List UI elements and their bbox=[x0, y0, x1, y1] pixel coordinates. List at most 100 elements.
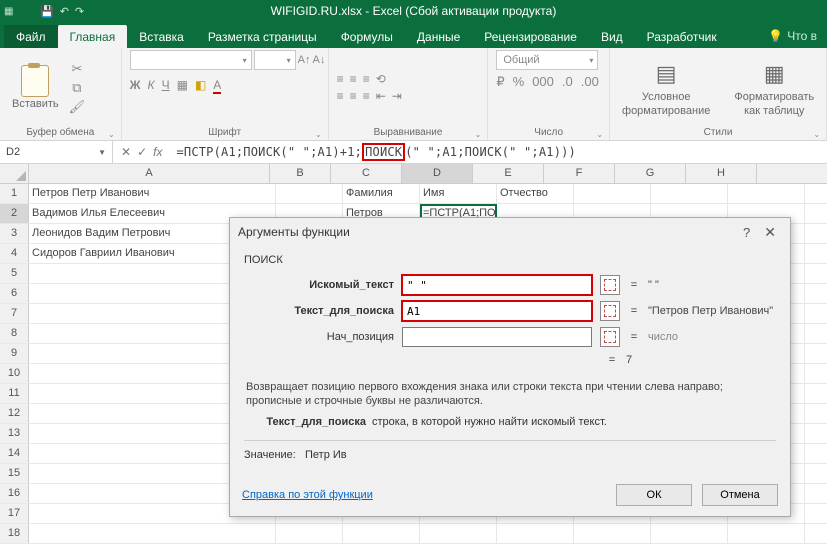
help-icon[interactable]: ? bbox=[735, 225, 758, 240]
align-mid-icon[interactable]: ≡ bbox=[350, 72, 357, 86]
orientation-icon[interactable]: ⟲ bbox=[376, 72, 386, 86]
row-header[interactable]: 8 bbox=[0, 324, 29, 343]
col-H[interactable]: H bbox=[686, 164, 757, 183]
cell-B1[interactable] bbox=[276, 184, 343, 203]
tell-me[interactable]: 💡Что в bbox=[758, 24, 827, 48]
row-header[interactable]: 2 bbox=[0, 204, 29, 223]
undo-icon[interactable]: ↶ bbox=[60, 5, 69, 18]
cond-format-button[interactable]: ▤ Условное форматирование bbox=[618, 57, 714, 119]
row-header[interactable]: 16 bbox=[0, 484, 29, 503]
fill-color-button[interactable]: ◧ bbox=[195, 78, 206, 94]
align-left-icon[interactable]: ≡ bbox=[337, 89, 344, 103]
row-header[interactable]: 11 bbox=[0, 384, 29, 403]
tab-review[interactable]: Рецензирование bbox=[472, 25, 589, 48]
close-icon[interactable]: ✕ bbox=[758, 224, 782, 241]
tab-view[interactable]: Вид bbox=[589, 25, 635, 48]
cell-H18[interactable] bbox=[728, 524, 805, 543]
currency-icon[interactable]: ₽ bbox=[496, 74, 504, 90]
format-painter-icon[interactable]: 🖌 bbox=[69, 99, 86, 115]
tab-formulas[interactable]: Формулы bbox=[329, 25, 405, 48]
col-D[interactable]: D bbox=[402, 164, 473, 183]
row-header[interactable]: 12 bbox=[0, 404, 29, 423]
bold-button[interactable]: Ж bbox=[130, 78, 141, 94]
font-color-button[interactable]: A bbox=[213, 78, 221, 94]
cell-C1[interactable]: Фамилия bbox=[343, 184, 420, 203]
accept-formula-icon[interactable]: ✓ bbox=[137, 145, 147, 159]
cell-B18[interactable] bbox=[276, 524, 343, 543]
align-top-icon[interactable]: ≡ bbox=[337, 72, 344, 86]
cell-A1[interactable]: Петров Петр Иванович bbox=[29, 184, 276, 203]
formula-input[interactable]: =ПСТР(A1;ПОИСК(" ";A1)+1;ПОИСК(" ";A1;ПО… bbox=[170, 145, 827, 159]
col-E[interactable]: E bbox=[473, 164, 544, 183]
tab-file[interactable]: Файл bbox=[4, 25, 58, 48]
row-header[interactable]: 3 bbox=[0, 224, 29, 243]
cell-H1[interactable] bbox=[728, 184, 805, 203]
font-size-select[interactable]: ▾ bbox=[254, 50, 296, 70]
row-header[interactable]: 13 bbox=[0, 424, 29, 443]
row-header[interactable]: 6 bbox=[0, 284, 29, 303]
row-header[interactable]: 14 bbox=[0, 444, 29, 463]
row-header[interactable]: 17 bbox=[0, 504, 29, 523]
tab-dev[interactable]: Разработчик bbox=[635, 25, 729, 48]
paste-button[interactable]: Вставить bbox=[8, 64, 63, 112]
copy-icon[interactable]: ⧉ bbox=[72, 80, 81, 96]
col-B[interactable]: B bbox=[270, 164, 331, 183]
grow-font-icon[interactable]: A↑ bbox=[298, 54, 311, 66]
ok-button[interactable]: ОК bbox=[616, 484, 692, 506]
percent-icon[interactable]: % bbox=[513, 74, 525, 90]
dialog-titlebar[interactable]: Аргументы функции ? ✕ bbox=[230, 218, 790, 246]
cell-G18[interactable] bbox=[651, 524, 728, 543]
arg2-range-picker[interactable] bbox=[600, 301, 620, 321]
arg3-range-picker[interactable] bbox=[600, 327, 620, 347]
border-button[interactable]: ▦ bbox=[177, 78, 188, 94]
name-box[interactable]: D2▼ bbox=[0, 141, 113, 163]
number-format-select[interactable]: Общий▾ bbox=[496, 50, 598, 70]
col-F[interactable]: F bbox=[544, 164, 615, 183]
arg2-input[interactable] bbox=[402, 301, 592, 321]
tab-layout[interactable]: Разметка страницы bbox=[196, 25, 329, 48]
tab-data[interactable]: Данные bbox=[405, 25, 472, 48]
cell-E1[interactable]: Отчество bbox=[497, 184, 574, 203]
row-header[interactable]: 9 bbox=[0, 344, 29, 363]
arg1-input[interactable] bbox=[402, 275, 592, 295]
row-header[interactable]: 7 bbox=[0, 304, 29, 323]
comma-icon[interactable]: 000 bbox=[532, 74, 554, 90]
select-all-corner[interactable] bbox=[0, 164, 29, 183]
arg3-input[interactable] bbox=[402, 327, 592, 347]
cell-G1[interactable] bbox=[651, 184, 728, 203]
col-A[interactable]: A bbox=[29, 164, 270, 183]
redo-icon[interactable]: ↷ bbox=[75, 5, 84, 18]
fx-icon[interactable]: fx bbox=[153, 145, 162, 159]
cell-D1[interactable]: Имя bbox=[420, 184, 497, 203]
row-header[interactable]: 1 bbox=[0, 184, 29, 203]
col-G[interactable]: G bbox=[615, 164, 686, 183]
col-C[interactable]: C bbox=[331, 164, 402, 183]
arg1-range-picker[interactable] bbox=[600, 275, 620, 295]
tab-home[interactable]: Главная bbox=[58, 25, 128, 48]
row-header[interactable]: 4 bbox=[0, 244, 29, 263]
cell-C18[interactable] bbox=[343, 524, 420, 543]
row-header[interactable]: 15 bbox=[0, 464, 29, 483]
indent-inc-icon[interactable]: ⇥ bbox=[392, 89, 402, 103]
save-icon[interactable]: 💾 bbox=[40, 5, 54, 18]
align-bot-icon[interactable]: ≡ bbox=[363, 72, 370, 86]
cancel-button[interactable]: Отмена bbox=[702, 484, 778, 506]
inc-dec-icon[interactable]: .0 bbox=[562, 74, 573, 90]
align-right-icon[interactable]: ≡ bbox=[363, 89, 370, 103]
row-header[interactable]: 18 bbox=[0, 524, 29, 543]
dec-dec-icon[interactable]: .00 bbox=[581, 74, 599, 90]
cell-A18[interactable] bbox=[29, 524, 276, 543]
cancel-formula-icon[interactable]: ✕ bbox=[121, 145, 131, 159]
italic-button[interactable]: К bbox=[148, 78, 155, 94]
format-table-button[interactable]: ▦ Форматировать как таблицу bbox=[730, 57, 818, 119]
cell-F1[interactable] bbox=[574, 184, 651, 203]
indent-dec-icon[interactable]: ⇤ bbox=[376, 89, 386, 103]
cut-icon[interactable]: ✂ bbox=[71, 61, 82, 77]
row-header[interactable]: 10 bbox=[0, 364, 29, 383]
underline-button[interactable]: Ч bbox=[162, 78, 170, 94]
shrink-font-icon[interactable]: A↓ bbox=[313, 54, 326, 66]
align-center-icon[interactable]: ≡ bbox=[350, 89, 357, 103]
help-link[interactable]: Справка по этой функции bbox=[242, 489, 373, 501]
cell-F18[interactable] bbox=[574, 524, 651, 543]
row-header[interactable]: 5 bbox=[0, 264, 29, 283]
